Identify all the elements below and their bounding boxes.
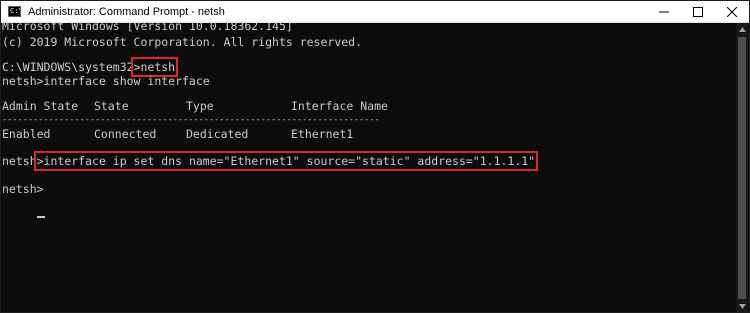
show-interface-line: netsh>interface show interface bbox=[2, 74, 210, 88]
window-title: Administrator: Command Prompt - netsh bbox=[28, 5, 225, 18]
close-icon bbox=[727, 6, 737, 17]
close-button[interactable] bbox=[715, 1, 749, 22]
text-cursor bbox=[37, 216, 45, 218]
netsh-prompt: netsh bbox=[2, 154, 37, 168]
maximize-icon bbox=[693, 6, 703, 17]
set-dns-command-highlight: >interface ip set dns name="Ethernet1" s… bbox=[33, 151, 539, 171]
table-header-type: Type bbox=[186, 99, 214, 113]
table-cell-interface-name: Ethernet1 bbox=[291, 127, 354, 141]
netsh-command-highlight: >netsh bbox=[130, 57, 179, 77]
set-dns-command-line: netsh>interface ip set dns name="Etherne… bbox=[2, 151, 539, 171]
final-prompt-line: netsh> bbox=[2, 182, 44, 196]
maximize-button[interactable] bbox=[681, 1, 715, 22]
table-cell-admin-state: Enabled bbox=[2, 127, 51, 141]
scroll-down-arrow-icon[interactable] bbox=[736, 300, 748, 312]
minimize-icon bbox=[659, 11, 669, 12]
table-header-interface-name: Interface Name bbox=[291, 99, 388, 113]
command-prompt-icon: C:\ bbox=[8, 6, 21, 17]
vertical-scrollbar[interactable] bbox=[736, 23, 748, 312]
console-output[interactable]: Microsoft Windows [Version 10.0.18362.14… bbox=[1, 23, 737, 312]
version-line: Microsoft Windows [Version 10.0.18362.14… bbox=[2, 23, 293, 33]
scrollbar-thumb[interactable] bbox=[738, 37, 746, 299]
table-header-admin-state: Admin State bbox=[2, 99, 79, 113]
window-controls bbox=[647, 1, 749, 22]
command-prompt-window: C:\ Administrator: Command Prompt - nets… bbox=[0, 0, 750, 313]
table-cell-state: Connected bbox=[94, 127, 157, 141]
minimize-button[interactable] bbox=[647, 1, 681, 22]
scroll-up-arrow-icon[interactable] bbox=[736, 23, 748, 35]
table-header-state: State bbox=[94, 99, 129, 113]
title-bar[interactable]: C:\ Administrator: Command Prompt - nets… bbox=[1, 1, 749, 23]
netsh-command-line: C:\WINDOWS\system32>netsh bbox=[2, 57, 179, 77]
copyright-line: (c) 2019 Microsoft Corporation. All righ… bbox=[2, 35, 363, 49]
table-separator: ----------------------------------------… bbox=[2, 115, 380, 125]
table-cell-type: Dedicated bbox=[186, 127, 249, 141]
prompt-path: C:\WINDOWS\system32 bbox=[2, 60, 134, 74]
